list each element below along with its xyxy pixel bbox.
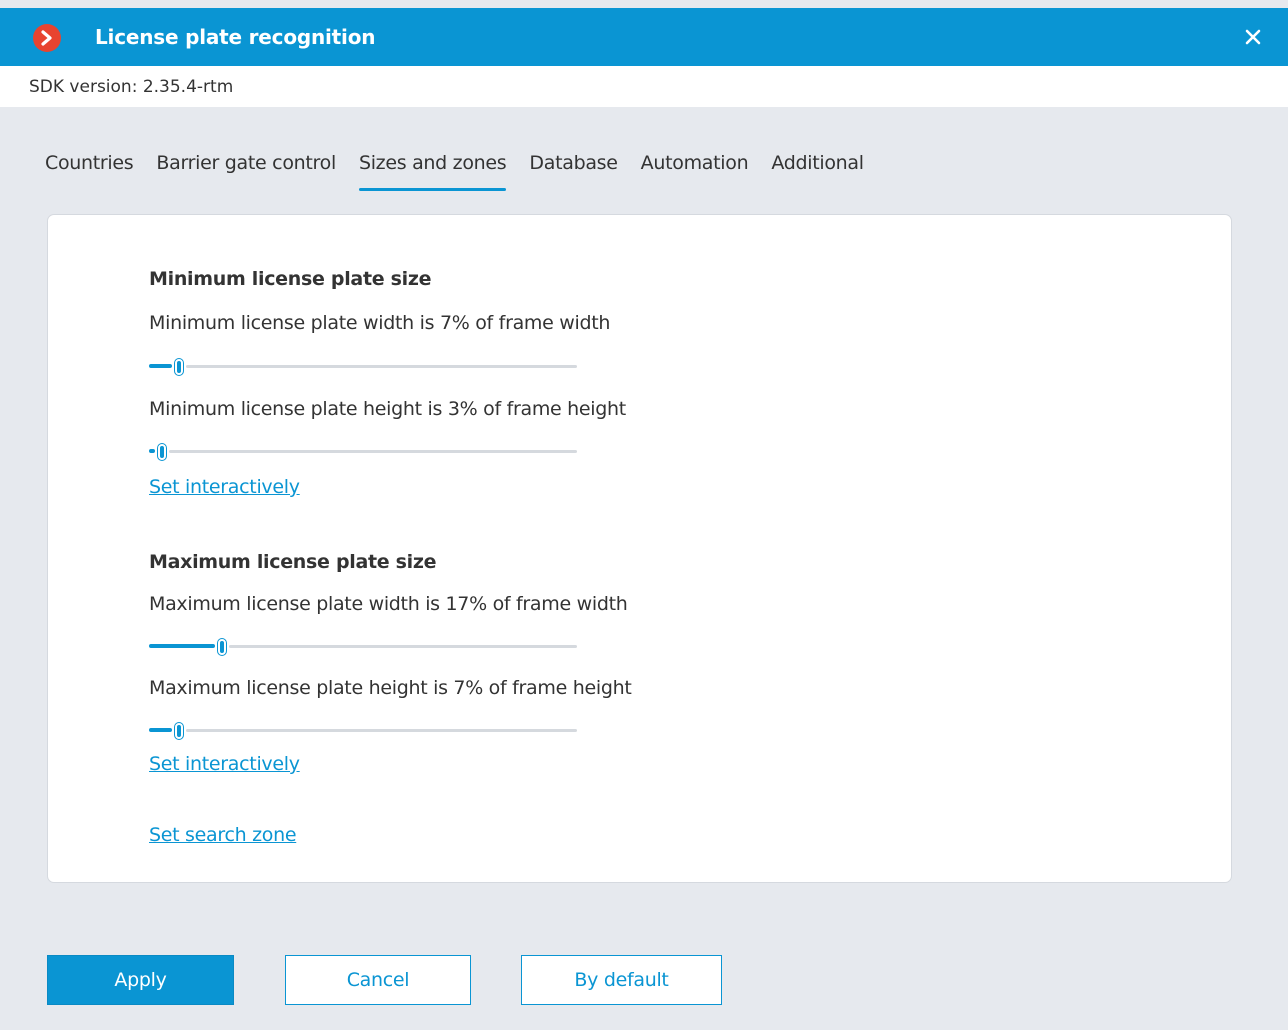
min-width-slider[interactable]	[149, 359, 577, 375]
sdk-version-label: SDK version: 2.35.4-rtm	[29, 77, 234, 97]
slider-fill	[149, 449, 155, 453]
minimum-size-heading: Minimum license plate size	[149, 268, 432, 290]
tab-barrier-gate-control[interactable]: Barrier gate control	[156, 152, 336, 192]
max-height-slider[interactable]	[149, 723, 577, 739]
slider-fill	[149, 728, 172, 732]
max-set-interactively-link[interactable]: Set interactively	[149, 753, 300, 775]
slider-thumb[interactable]	[218, 639, 226, 655]
max-width-slider[interactable]	[149, 639, 577, 655]
close-button[interactable]	[1236, 20, 1270, 54]
sizes-and-zones-panel: Minimum license plate size Minimum licen…	[47, 214, 1232, 883]
chevron-right-icon	[33, 24, 61, 52]
apply-button[interactable]: Apply	[47, 955, 234, 1005]
slider-track	[186, 365, 577, 368]
maximum-size-heading: Maximum license plate size	[149, 551, 437, 573]
slider-track	[186, 729, 577, 732]
min-height-slider[interactable]	[149, 444, 577, 460]
tab-bar: Countries Barrier gate control Sizes and…	[45, 152, 887, 194]
cancel-button[interactable]: Cancel	[285, 955, 471, 1005]
slider-fill	[149, 644, 215, 648]
slider-track	[169, 450, 577, 453]
max-width-label: Maximum license plate width is 17% of fr…	[149, 593, 628, 615]
slider-fill	[149, 364, 172, 368]
min-height-label: Minimum license plate height is 3% of fr…	[149, 398, 626, 420]
close-icon	[1245, 29, 1261, 45]
slider-track	[229, 645, 577, 648]
tab-database[interactable]: Database	[529, 152, 618, 192]
sdk-version-bar: SDK version: 2.35.4-rtm	[0, 66, 1288, 107]
set-search-zone-link[interactable]: Set search zone	[149, 824, 297, 846]
title-bar: License plate recognition	[0, 8, 1288, 66]
tab-automation[interactable]: Automation	[641, 152, 749, 192]
min-width-label: Minimum license plate width is 7% of fra…	[149, 312, 611, 334]
tab-sizes-and-zones[interactable]: Sizes and zones	[358, 152, 507, 192]
max-height-label: Maximum license plate height is 7% of fr…	[149, 677, 632, 699]
window-title: License plate recognition	[95, 25, 376, 49]
min-set-interactively-link[interactable]: Set interactively	[149, 476, 300, 498]
by-default-button[interactable]: By default	[521, 955, 722, 1005]
tab-additional[interactable]: Additional	[771, 152, 864, 192]
tab-countries[interactable]: Countries	[45, 152, 134, 192]
slider-thumb[interactable]	[158, 444, 166, 460]
slider-thumb[interactable]	[175, 359, 183, 375]
slider-thumb[interactable]	[175, 723, 183, 739]
